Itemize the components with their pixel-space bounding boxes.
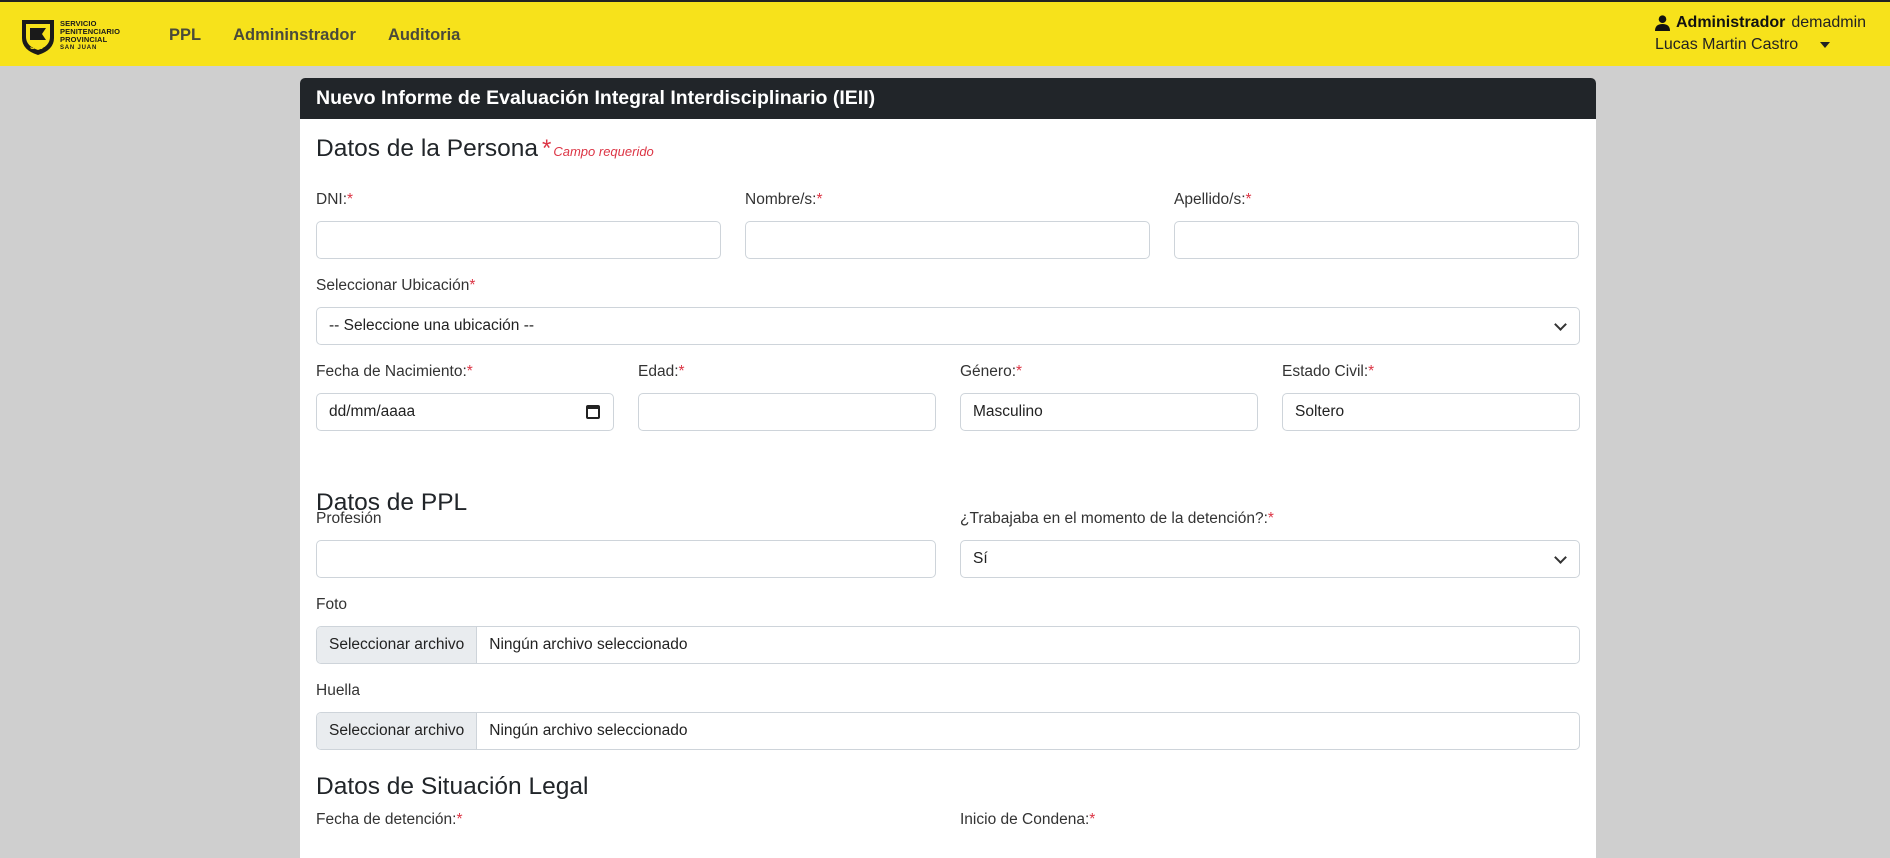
user-menu[interactable]: Administrador demadmin Lucas Martin Cast… xyxy=(1655,14,1875,54)
nacimiento-placeholder: dd/mm/aaaa xyxy=(329,403,416,420)
logo-subtitle: SAN JUAN xyxy=(60,45,98,51)
spp-shield-icon: SPP xyxy=(22,20,54,55)
ubicacion-label: Seleccionar Ubicación* xyxy=(316,277,476,294)
ieii-form-card: Nuevo Informe de Evaluación Integral Int… xyxy=(300,78,1596,858)
main-nav: PPL Admininstrador Auditoria xyxy=(169,26,460,45)
chevron-down-icon xyxy=(1554,318,1567,331)
required-star: * xyxy=(678,363,685,380)
required-star: * xyxy=(1267,510,1274,527)
foto-label: Foto xyxy=(316,596,348,613)
required-star: * xyxy=(1089,811,1096,828)
detencion-label: Fecha de detención:* xyxy=(316,811,463,828)
required-note: Campo requerido xyxy=(553,144,654,159)
edad-input[interactable] xyxy=(638,393,936,431)
required-star: * xyxy=(456,811,463,828)
logo-text: SERVICIO PENITENCIARIO PROVINCIAL SAN JU… xyxy=(60,20,120,52)
calendar-icon[interactable] xyxy=(586,405,600,419)
logo-line-3: PROVINCIAL xyxy=(60,35,108,44)
card-title: Nuevo Informe de Evaluación Integral Int… xyxy=(300,78,1596,119)
nav-link-ppl[interactable]: PPL xyxy=(169,26,201,45)
ubicacion-select[interactable]: -- Seleccione una ubicación -- xyxy=(316,307,1580,345)
trabajaba-select[interactable]: Sí xyxy=(960,540,1580,578)
foto-choose-file-button[interactable]: Seleccionar archivo xyxy=(317,627,478,663)
nav-link-administrador[interactable]: Admininstrador xyxy=(233,26,356,45)
trabajaba-label: ¿Trabajaba en el momento de la detención… xyxy=(960,510,1274,527)
persona-heading: Datos de la Persona * Campo requerido xyxy=(316,135,654,163)
chevron-down-icon xyxy=(1554,551,1567,564)
nombre-label: Nombre/s:* xyxy=(745,191,823,208)
nacimiento-label: Fecha de Nacimiento:* xyxy=(316,363,473,380)
user-icon xyxy=(1655,15,1670,31)
spp-logo[interactable]: SPP SERVICIO PENITENCIARIO PROVINCIAL SA… xyxy=(20,15,130,57)
profesion-input[interactable] xyxy=(316,540,936,578)
required-star: * xyxy=(347,191,354,208)
nombre-input[interactable] xyxy=(745,221,1150,259)
required-star: * xyxy=(816,191,823,208)
huella-file-status: Ningún archivo seleccionado xyxy=(489,722,688,739)
huella-choose-file-button[interactable]: Seleccionar archivo xyxy=(317,713,478,749)
required-star: * xyxy=(1016,363,1023,380)
user-fullname: Lucas Martin Castro xyxy=(1655,36,1799,53)
estado-civil-label: Estado Civil:* xyxy=(1282,363,1375,380)
foto-file-input[interactable]: Seleccionar archivo Ningún archivo selec… xyxy=(316,626,1580,664)
required-star: * xyxy=(466,363,473,380)
nav-link-auditoria[interactable]: Auditoria xyxy=(388,26,460,45)
genero-input[interactable]: Masculino xyxy=(960,393,1258,431)
huella-label: Huella xyxy=(316,682,360,699)
required-star: * xyxy=(1245,191,1252,208)
ubicacion-select-value: -- Seleccione una ubicación -- xyxy=(329,317,535,334)
section-title-persona: Datos de la Persona xyxy=(316,135,538,162)
profesion-label: Profesión xyxy=(316,510,382,527)
dropdown-caret-icon[interactable] xyxy=(1820,42,1831,48)
trabajaba-select-value: Sí xyxy=(973,550,988,567)
dni-input[interactable] xyxy=(316,221,721,259)
dni-label: DNI:* xyxy=(316,191,354,208)
required-star: * xyxy=(542,135,552,162)
required-star: * xyxy=(1368,363,1375,380)
condena-label: Inicio de Condena:* xyxy=(960,811,1096,828)
apellido-label: Apellido/s:* xyxy=(1174,191,1252,208)
section-title-legal: Datos de Situación Legal xyxy=(316,773,589,800)
nacimiento-date-input[interactable]: dd/mm/aaaa xyxy=(316,393,614,431)
foto-file-status: Ningún archivo seleccionado xyxy=(489,636,688,653)
required-star: * xyxy=(469,277,476,294)
apellido-input[interactable] xyxy=(1174,221,1579,259)
huella-file-input[interactable]: Seleccionar archivo Ningún archivo selec… xyxy=(316,712,1580,750)
user-username: demadmin xyxy=(1791,14,1867,31)
estado-civil-input[interactable]: Soltero xyxy=(1282,393,1580,431)
user-role: Administrador xyxy=(1676,14,1786,31)
top-navbar: SPP SERVICIO PENITENCIARIO PROVINCIAL SA… xyxy=(0,0,1890,66)
logo-badge-text: SPP xyxy=(30,42,47,51)
genero-label: Género:* xyxy=(960,363,1023,380)
edad-label: Edad:* xyxy=(638,363,685,380)
